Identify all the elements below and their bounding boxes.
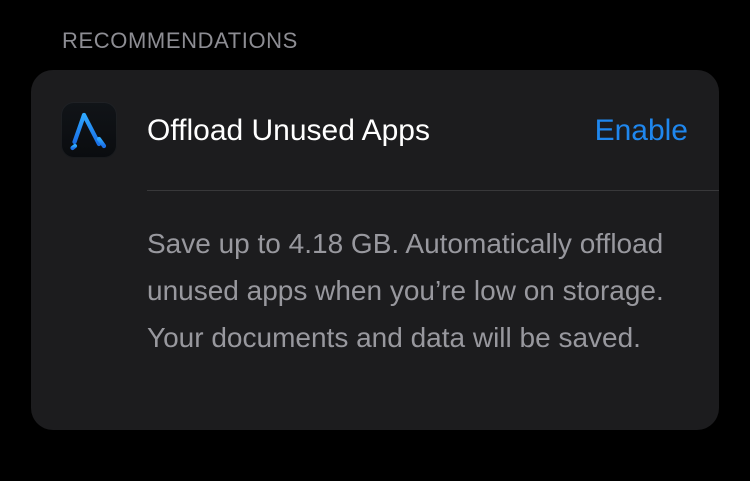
offload-unused-apps-title: Offload Unused Apps: [147, 114, 430, 147]
app-store-icon: [61, 102, 117, 158]
section-header: RECOMMENDATIONS: [62, 28, 298, 53]
enable-button[interactable]: Enable: [595, 114, 688, 148]
divider: [147, 190, 719, 191]
recommendation-card: Offload Unused Apps Enable Save up to 4.…: [31, 70, 719, 430]
recommendation-description: Save up to 4.18 GB. Automatically offloa…: [147, 228, 664, 353]
recommendation-row: Offload Unused Apps Enable: [31, 70, 719, 190]
